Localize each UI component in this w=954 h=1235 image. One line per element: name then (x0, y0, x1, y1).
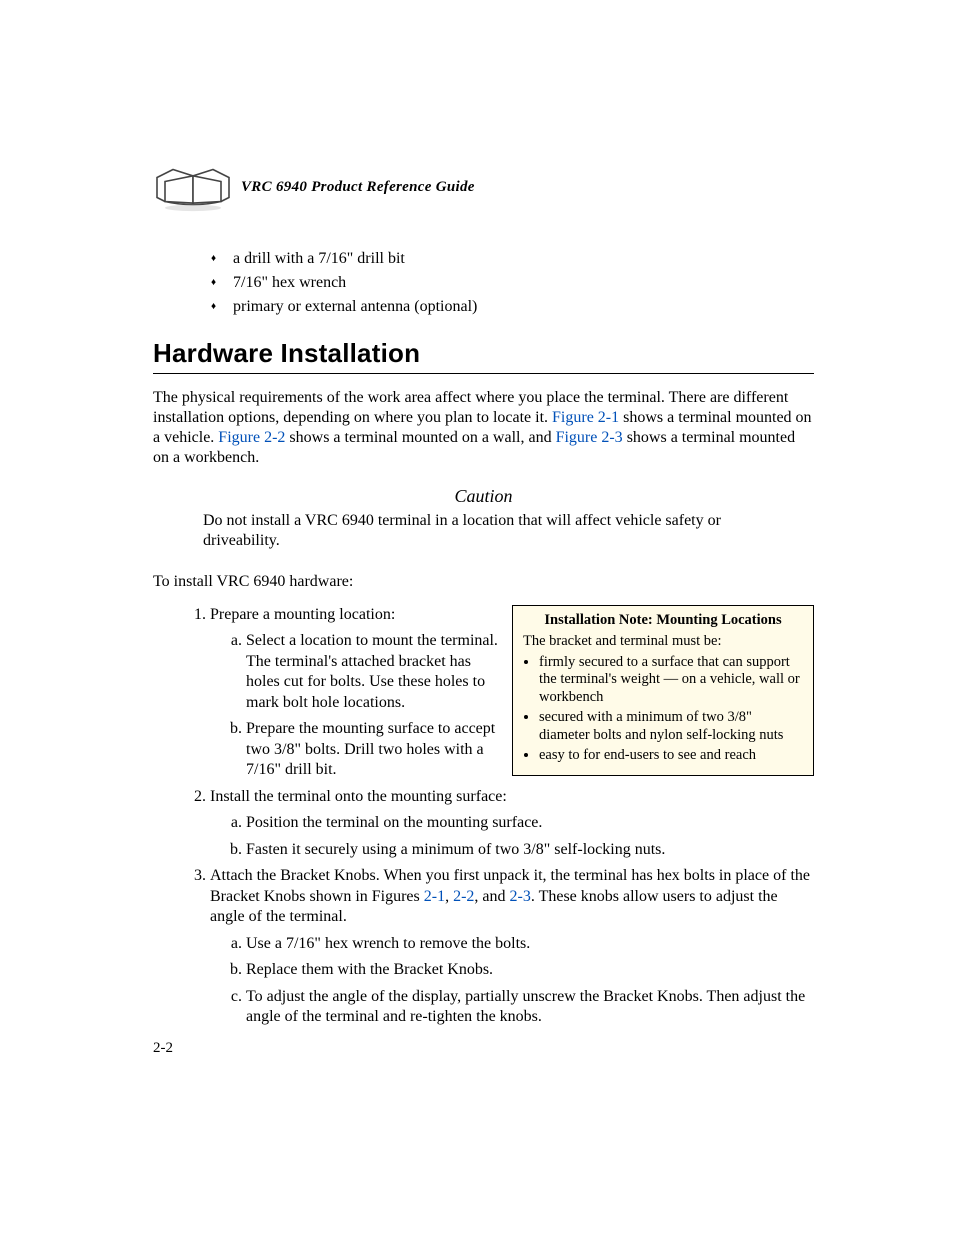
figure-link[interactable]: Figure 2-3 (556, 429, 623, 446)
list-item: a drill with a 7/16" drill bit (211, 250, 814, 268)
figure-link[interactable]: 2-1 (424, 888, 445, 905)
substep: To adjust the angle of the display, part… (246, 987, 814, 1028)
substep: Use a 7/16" hex wrench to remove the bol… (246, 934, 814, 954)
running-header: VRC 6940 Product Reference Guide (153, 160, 814, 215)
substep: Select a location to mount the terminal.… (246, 631, 536, 713)
caution-heading: Caution (153, 486, 814, 507)
intro-paragraph: The physical requirements of the work ar… (153, 388, 814, 468)
list-item: firmly secured to a surface that can sup… (539, 654, 803, 706)
figure-link[interactable]: 2-3 (510, 888, 531, 905)
figure-link[interactable]: 2-2 (453, 888, 474, 905)
step-3: Attach the Bracket Knobs. When you first… (210, 866, 814, 1027)
main-content-flow: Installation Note: Mounting Locations Th… (153, 605, 814, 1027)
text: shows a terminal mounted on a wall, and (285, 429, 555, 446)
list-item: primary or external antenna (optional) (211, 298, 814, 316)
page-number: 2-2 (153, 1040, 173, 1057)
note-title: Installation Note: Mounting Locations (513, 606, 813, 633)
list-item: secured with a minimum of two 3/8" diame… (539, 709, 803, 744)
header-title: VRC 6940 Product Reference Guide (241, 179, 475, 196)
tools-list: a drill with a 7/16" drill bit 7/16" hex… (211, 250, 814, 316)
install-intro: To install VRC 6940 hardware: (153, 573, 814, 591)
text: , and (474, 888, 509, 905)
figure-link[interactable]: Figure 2-1 (552, 409, 619, 426)
caution-text: Do not install a VRC 6940 terminal in a … (203, 511, 764, 551)
step-1-sublist: Select a location to mount the terminal.… (210, 631, 536, 780)
list-item: 7/16" hex wrench (211, 274, 814, 292)
text: , (445, 888, 453, 905)
substep: Replace them with the Bracket Knobs. (246, 960, 814, 980)
step-3-sublist: Use a 7/16" hex wrench to remove the bol… (210, 934, 814, 1028)
book-icon (153, 160, 233, 215)
section-heading: Hardware Installation (153, 338, 814, 374)
page-content: VRC 6940 Product Reference Guide a drill… (0, 0, 954, 1027)
note-list: firmly secured to a surface that can sup… (523, 654, 803, 764)
list-item: easy to for end-users to see and reach (539, 747, 803, 764)
note-body: The bracket and terminal must be: firmly… (513, 633, 813, 775)
note-lead: The bracket and terminal must be: (523, 633, 803, 650)
step-2-sublist: Position the terminal on the mounting su… (210, 813, 814, 860)
step-2: Install the terminal onto the mounting s… (210, 787, 814, 860)
substep: Position the terminal on the mounting su… (246, 813, 814, 833)
figure-link[interactable]: Figure 2-2 (218, 429, 285, 446)
substep: Prepare the mounting surface to accept t… (246, 719, 536, 780)
substep: Fasten it securely using a minimum of tw… (246, 840, 814, 860)
installation-note-box: Installation Note: Mounting Locations Th… (512, 605, 814, 776)
step-text: Install the terminal onto the mounting s… (210, 788, 507, 805)
step-text: Prepare a mounting location: (210, 606, 395, 623)
